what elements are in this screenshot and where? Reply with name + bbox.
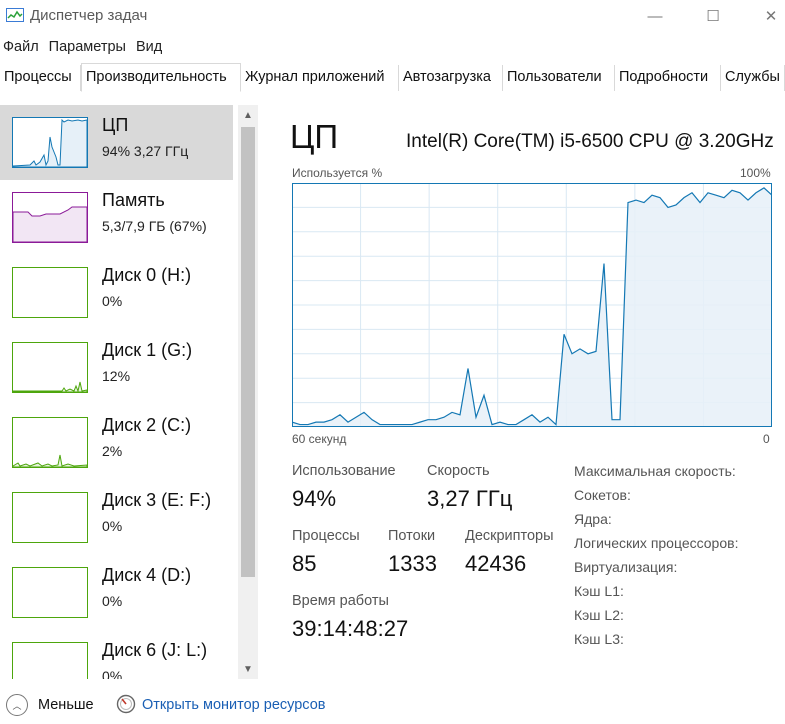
sidebar-item-disk-0[interactable]: Диск 0 (H:) 0%	[0, 255, 233, 330]
sidebar-item-label: Диск 3 (E: F:)	[102, 490, 212, 510]
menu-file[interactable]: Файл	[0, 36, 46, 58]
speed-label: Скорость	[427, 463, 490, 479]
tab-app-history[interactable]: Журнал приложений	[241, 65, 399, 91]
sidebar-item-disk-6[interactable]: Диск 6 (J: L:) 0%	[0, 630, 233, 679]
speed-value: 3,27 ГГц	[427, 486, 513, 511]
sidebar-scrollbar[interactable]: ▲ ▼	[238, 105, 258, 679]
maximize-icon: ☐	[706, 8, 720, 25]
chevron-up-icon: ▲	[243, 109, 253, 121]
chart-y-max-label: 100%	[740, 166, 771, 180]
fewer-details-button[interactable]: Меньше	[38, 697, 94, 713]
sidebar-item-label: Диск 1 (G:)	[102, 340, 193, 360]
sidebar-item-disk-3[interactable]: Диск 3 (E: F:) 0%	[0, 480, 233, 555]
footer-bar: ︿ Меньше Открыть монитор ресурсов	[0, 692, 785, 724]
spec-max-speed-label: Максимальная скорость:	[574, 463, 736, 479]
disk-thumbnail-graph	[12, 567, 88, 618]
disk-thumbnail-graph	[12, 492, 88, 543]
disk-thumbnail-graph	[12, 417, 88, 468]
resource-monitor-icon	[116, 694, 136, 714]
tab-performance[interactable]: Производительность	[81, 63, 241, 92]
sidebar-item-disk-1[interactable]: Диск 1 (G:) 12%	[0, 330, 233, 405]
close-icon: ✕	[764, 8, 778, 25]
uptime-label: Время работы	[292, 593, 389, 609]
disk-thumbnail-graph	[12, 342, 88, 393]
sidebar-item-memory[interactable]: Память 5,3/7,9 ГБ (67%)	[0, 180, 233, 255]
sidebar-item-disk-2[interactable]: Диск 2 (C:) 2%	[0, 405, 233, 480]
menu-bar: Файл Параметры Вид	[0, 36, 169, 58]
spec-l1-cache-label: Кэш L1:	[574, 583, 624, 599]
spec-l3-cache-label: Кэш L3:	[574, 631, 624, 647]
sidebar-item-label: Диск 6 (J: L:)	[102, 640, 208, 660]
sidebar-item-value: 0%	[102, 293, 123, 309]
tab-services[interactable]: Службы	[721, 65, 785, 91]
menu-view[interactable]: Вид	[133, 36, 169, 58]
task-manager-icon	[6, 8, 24, 22]
sidebar-item-value: 0%	[102, 593, 123, 609]
cpu-model-name: Intel(R) Core(TM) i5-6500 CPU @ 3.20GHz	[406, 131, 774, 152]
tab-bar: Процессы Производительность Журнал прило…	[0, 63, 785, 92]
spec-l2-cache-label: Кэш L2:	[574, 607, 624, 623]
cpu-usage-chart	[292, 183, 772, 427]
resource-sidebar: ЦП 94% 3,27 ГГц Память 5,3/7,9 ГБ (67%) …	[0, 105, 236, 679]
maximize-button[interactable]: ☐	[690, 0, 736, 32]
tab-startup[interactable]: Автозагрузка	[399, 65, 503, 91]
disk-thumbnail-graph	[12, 642, 88, 679]
threads-value: 1333	[388, 551, 437, 576]
sidebar-item-value: 94% 3,27 ГГц	[102, 143, 189, 159]
sidebar-item-value: 0%	[102, 518, 123, 534]
handles-label: Дескрипторы	[465, 528, 554, 544]
close-button[interactable]: ✕	[748, 0, 785, 32]
memory-thumbnail-graph	[12, 192, 88, 243]
scroll-up-button[interactable]: ▲	[238, 105, 258, 125]
minimize-button[interactable]: —	[632, 0, 678, 32]
open-resource-monitor-link[interactable]: Открыть монитор ресурсов	[142, 697, 325, 713]
minimize-icon: —	[647, 7, 663, 25]
sidebar-item-value: 12%	[102, 368, 131, 384]
utilization-value: 94%	[292, 486, 337, 511]
sidebar-item-label: ЦП	[102, 115, 129, 135]
sidebar-item-disk-4[interactable]: Диск 4 (D:) 0%	[0, 555, 233, 630]
sidebar-item-value: 0%	[102, 668, 123, 679]
window-title: Диспетчер задач	[30, 7, 148, 24]
sidebar-item-label: Диск 4 (D:)	[102, 565, 192, 585]
sidebar-item-value: 5,3/7,9 ГБ (67%)	[102, 218, 207, 234]
sidebar-item-cpu[interactable]: ЦП 94% 3,27 ГГц	[0, 105, 233, 180]
chart-x-zero-label: 0	[763, 432, 770, 446]
disk-thumbnail-graph	[12, 267, 88, 318]
tab-details[interactable]: Подробности	[615, 65, 721, 91]
sidebar-item-label: Диск 0 (H:)	[102, 265, 192, 285]
page-title: ЦП	[290, 118, 339, 155]
handles-value: 42436	[465, 551, 527, 576]
uptime-value: 39:14:48:27	[292, 616, 409, 641]
chevron-down-icon: ▼	[243, 663, 253, 675]
utilization-label: Использование	[292, 463, 396, 479]
menu-options[interactable]: Параметры	[46, 36, 133, 58]
spec-logical-processors-label: Логических процессоров:	[574, 535, 739, 551]
processes-label: Процессы	[292, 528, 360, 544]
chart-y-label: Используется %	[292, 166, 383, 180]
scroll-down-button[interactable]: ▼	[238, 659, 258, 679]
tab-processes[interactable]: Процессы	[0, 65, 81, 91]
sidebar-item-label: Память	[102, 190, 165, 210]
threads-label: Потоки	[388, 528, 436, 544]
spec-virtualization-label: Виртуализация:	[574, 559, 678, 575]
collapse-chevron-icon[interactable]: ︿	[6, 694, 28, 716]
spec-sockets-label: Сокетов:	[574, 487, 631, 503]
chart-x-label: 60 секунд	[292, 432, 347, 446]
processes-value: 85	[292, 551, 317, 576]
scrollbar-thumb[interactable]	[241, 127, 255, 577]
tab-users[interactable]: Пользователи	[503, 65, 615, 91]
title-bar: Диспетчер задач — ☐ ✕	[0, 0, 785, 32]
cpu-thumbnail-graph	[12, 117, 88, 168]
spec-cores-label: Ядра:	[574, 511, 612, 527]
sidebar-item-label: Диск 2 (C:)	[102, 415, 192, 435]
sidebar-item-value: 2%	[102, 443, 123, 459]
